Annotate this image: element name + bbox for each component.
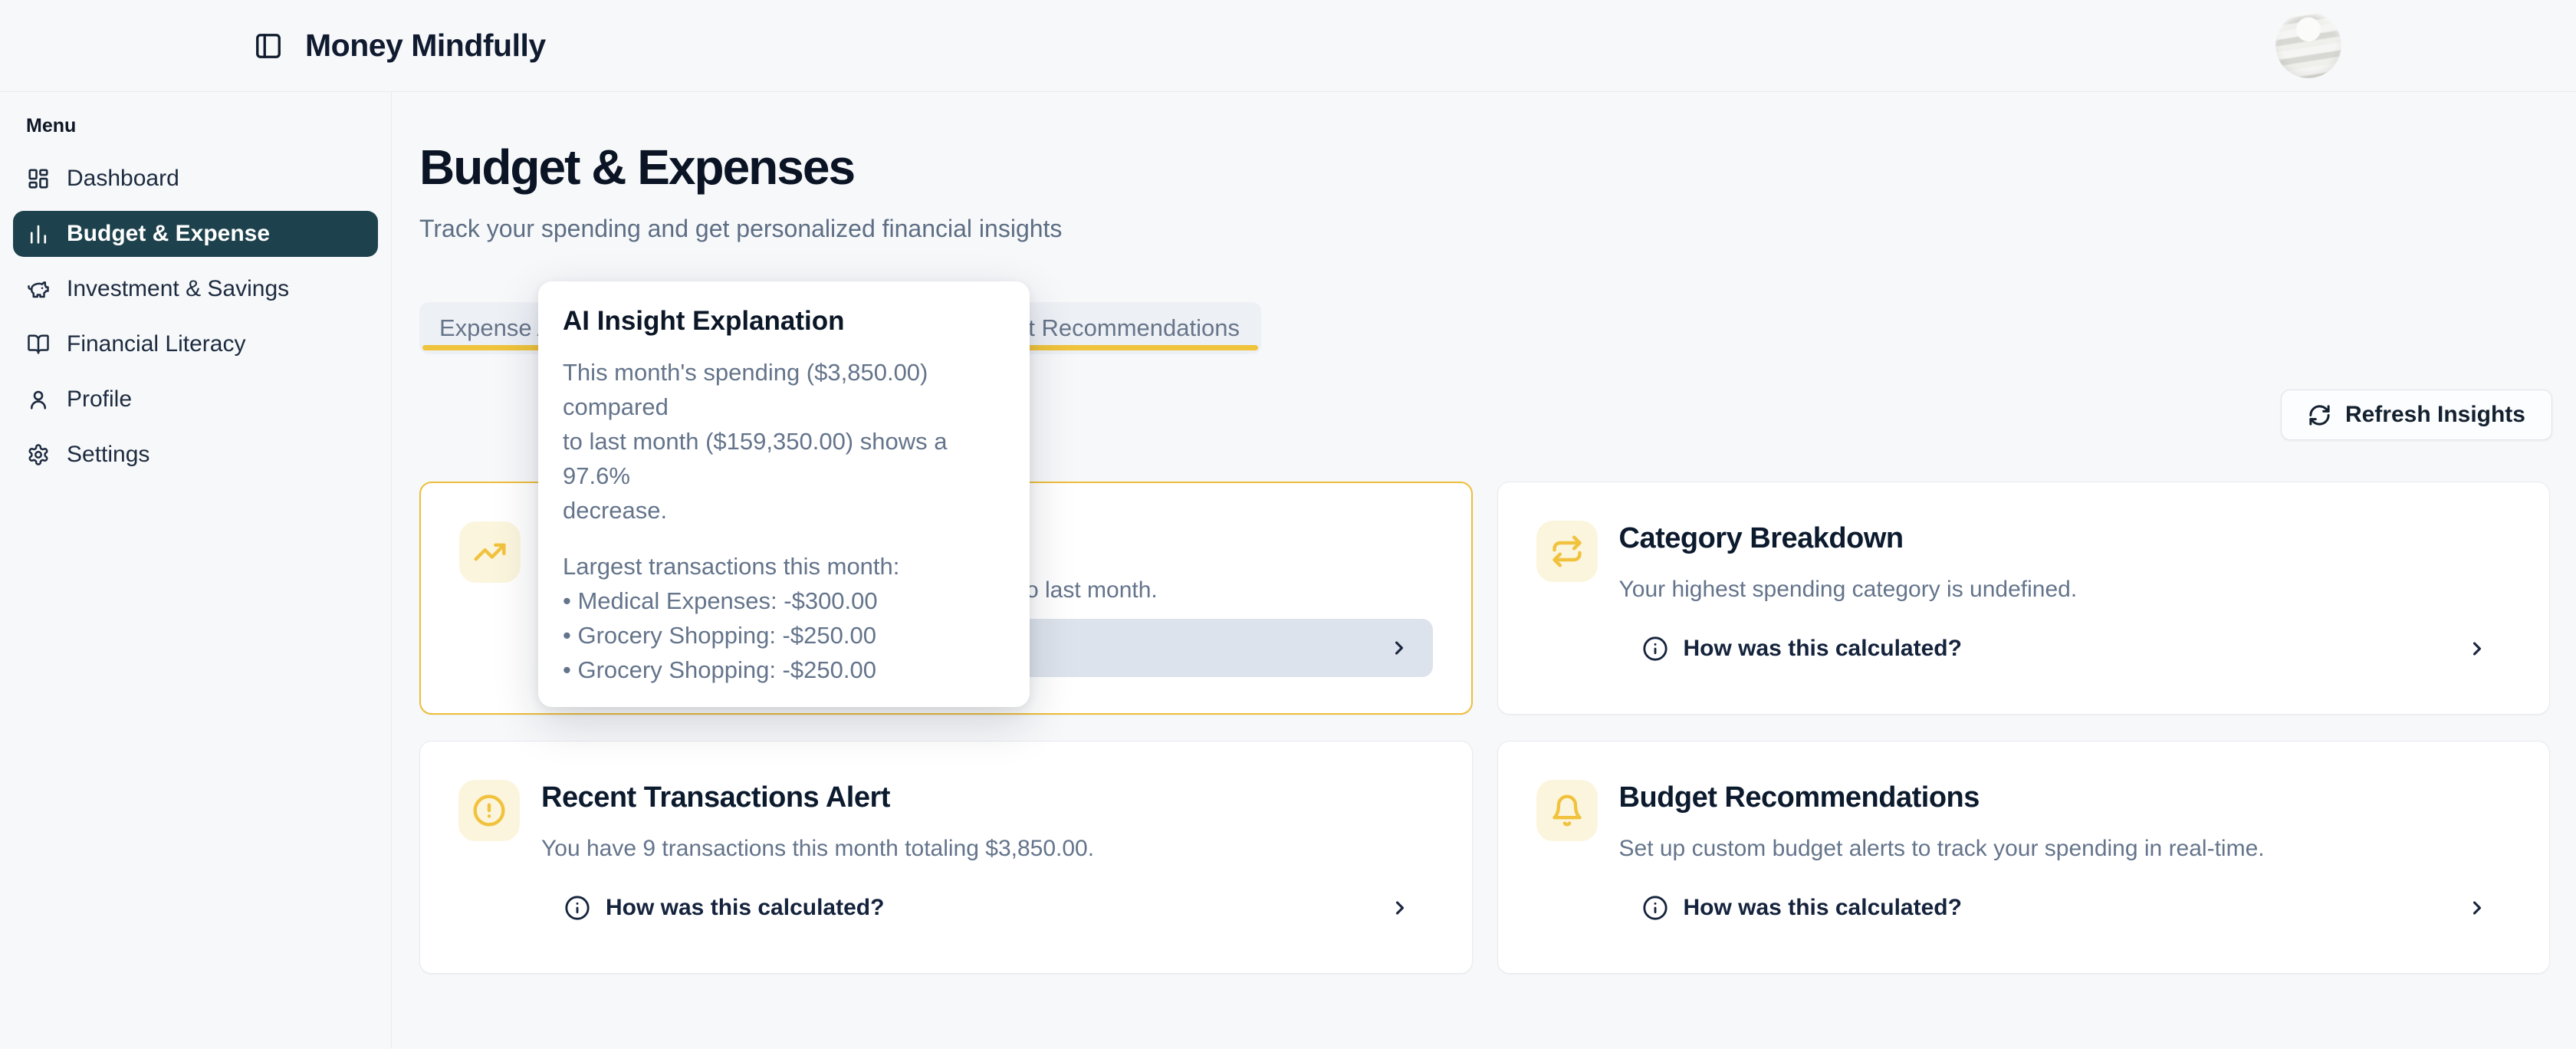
- avatar[interactable]: [2275, 12, 2341, 78]
- page-subtitle: Track your spending and get personalized…: [419, 213, 2576, 244]
- open-book-icon: [27, 333, 50, 356]
- refresh-insights-button[interactable]: Refresh Insights: [2281, 390, 2552, 440]
- info-icon: [564, 895, 590, 921]
- sidebar-item-label: Settings: [67, 442, 150, 468]
- user-icon: [27, 388, 50, 411]
- app-title: Money Mindfully: [305, 28, 546, 64]
- bar-chart-icon: [27, 222, 50, 245]
- how-calculated-button[interactable]: How was this calculated?: [1619, 879, 2512, 937]
- card-content: Category Breakdown Your highest spending…: [1619, 521, 2512, 678]
- sidebar-item-label: Profile: [67, 386, 132, 413]
- icon-chip: [458, 780, 520, 841]
- chevron-right-icon: [2466, 897, 2488, 919]
- chevron-right-icon: [2466, 638, 2488, 659]
- sidebar-section-label: Menu: [26, 115, 391, 137]
- sidebar-item-financial-literacy[interactable]: Financial Literacy: [13, 321, 378, 367]
- info-icon: [1642, 895, 1668, 921]
- popover-title: AI Insight Explanation: [563, 306, 1005, 337]
- card-content: Budget Recommendations Set up custom bud…: [1619, 780, 2512, 937]
- card-category-breakdown: Category Breakdown Your highest spending…: [1497, 482, 2551, 715]
- sidebar-item-dashboard[interactable]: Dashboard: [13, 156, 378, 202]
- page-title: Budget & Expenses: [419, 141, 2576, 193]
- card-budget-recommendations: Budget Recommendations Set up custom bud…: [1497, 741, 2551, 974]
- how-calculated-button[interactable]: How was this calculated?: [1619, 620, 2512, 678]
- how-calculated-label: How was this calculated?: [606, 895, 884, 921]
- info-icon: [1642, 636, 1668, 662]
- refresh-insights-label: Refresh Insights: [2345, 402, 2525, 428]
- alert-circle-icon: [472, 794, 506, 827]
- app-header: Money Mindfully: [0, 0, 2576, 92]
- sidebar-item-label: Dashboard: [67, 166, 179, 192]
- card-recent-transactions-alert: Recent Transactions Alert You have 9 tra…: [419, 741, 1473, 974]
- sidebar-item-label: Budget & Expense: [67, 221, 270, 247]
- sidebar-item-settings[interactable]: Settings: [13, 432, 378, 478]
- popover-summary-text: This month's spending ($3,850.00) compar…: [563, 355, 1005, 528]
- trending-up-icon: [473, 535, 507, 569]
- card-body: You have 9 transactions this month total…: [541, 834, 1434, 864]
- how-calculated-label: How was this calculated?: [1684, 895, 1962, 921]
- piggy-bank-icon: [27, 278, 50, 301]
- card-title: Budget Recommendations: [1619, 780, 2512, 815]
- sidebar: Menu Dashboard Budget & Expense: [0, 92, 392, 1048]
- sidebar-item-investment-savings[interactable]: Investment & Savings: [13, 266, 378, 312]
- card-content: Recent Transactions Alert You have 9 tra…: [541, 780, 1434, 937]
- card-body: Your highest spending category is undefi…: [1619, 574, 2512, 605]
- bell-icon: [1550, 794, 1584, 827]
- icon-chip: [459, 521, 521, 583]
- card-title: Recent Transactions Alert: [541, 780, 1434, 815]
- sidebar-toggle-icon[interactable]: [251, 29, 285, 63]
- sidebar-item-profile[interactable]: Profile: [13, 377, 378, 423]
- card-title: Category Breakdown: [1619, 521, 2512, 556]
- sidebar-item-label: Financial Literacy: [67, 331, 245, 357]
- repeat-icon: [1550, 534, 1584, 568]
- ai-insight-popover: AI Insight Explanation This month's spen…: [538, 281, 1030, 707]
- icon-chip: [1536, 521, 1598, 582]
- icon-chip: [1536, 780, 1598, 841]
- popover-transactions-list: Largest transactions this month: • Medic…: [563, 549, 1005, 687]
- sidebar-nav: Dashboard Budget & Expense Investme: [0, 156, 391, 478]
- how-calculated-button[interactable]: How was this calculated?: [541, 879, 1434, 937]
- refresh-icon: [2308, 403, 2331, 427]
- how-calculated-label: How was this calculated?: [1684, 636, 1962, 662]
- chevron-right-icon: [1389, 897, 1411, 919]
- main-content: Budget & Expenses Track your spending an…: [392, 92, 2576, 1048]
- chevron-right-icon: [1388, 637, 1410, 659]
- gear-icon: [27, 443, 50, 466]
- sidebar-item-budget-expense[interactable]: Budget & Expense: [13, 211, 378, 257]
- dashboard-icon: [27, 167, 50, 190]
- card-body: Set up custom budget alerts to track you…: [1619, 834, 2512, 864]
- sidebar-item-label: Investment & Savings: [67, 276, 289, 302]
